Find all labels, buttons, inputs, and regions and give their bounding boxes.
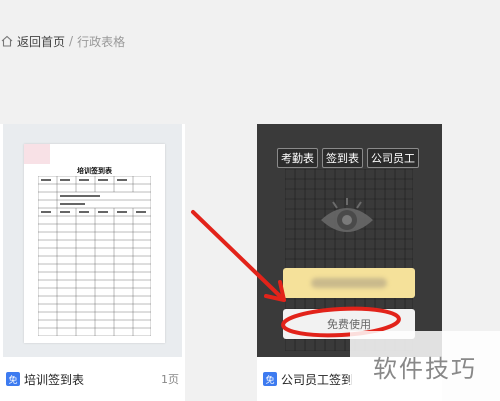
watermark: 软件技巧 — [350, 331, 500, 401]
corner-decoration — [24, 144, 50, 164]
blurred-content — [311, 278, 387, 288]
card-thumbnail[interactable]: 培训签到表 — [3, 124, 182, 357]
card-footer[interactable]: 免 培训签到表 1页 — [0, 357, 185, 401]
card-title[interactable]: 培训签到表 — [24, 371, 84, 388]
document-title: 培训签到表 — [77, 167, 112, 175]
page-count: 1页 — [161, 373, 179, 386]
tag-list: 考勤表 签到表 公司员工 — [277, 148, 419, 168]
breadcrumb: 返回首页 / 行政表格 — [0, 31, 125, 51]
home-icon[interactable] — [0, 34, 14, 48]
document-preview: 培训签到表 — [24, 144, 165, 343]
blurred-highlight-bar — [283, 268, 415, 298]
breadcrumb-current: 行政表格 — [77, 34, 126, 49]
card-hover-overlay[interactable]: 考勤表 签到表 公司员工 免费使用 — [257, 124, 442, 357]
card-title[interactable]: 公司员工签到 — [281, 371, 353, 388]
template-card-training-signin[interactable]: 培训签到表 免 培训签到表 1页 — [0, 124, 185, 401]
document-table-lines — [38, 176, 151, 336]
free-badge: 免 — [263, 372, 277, 386]
tag-company-staff[interactable]: 公司员工 — [367, 148, 419, 168]
breadcrumb-separator: / — [69, 34, 74, 48]
tag-signin[interactable]: 签到表 — [322, 148, 363, 168]
home-link[interactable]: 返回首页 — [17, 33, 65, 50]
tag-attendance[interactable]: 考勤表 — [277, 148, 318, 168]
free-badge: 免 — [6, 372, 20, 386]
preview-eye-icon[interactable] — [317, 198, 377, 242]
